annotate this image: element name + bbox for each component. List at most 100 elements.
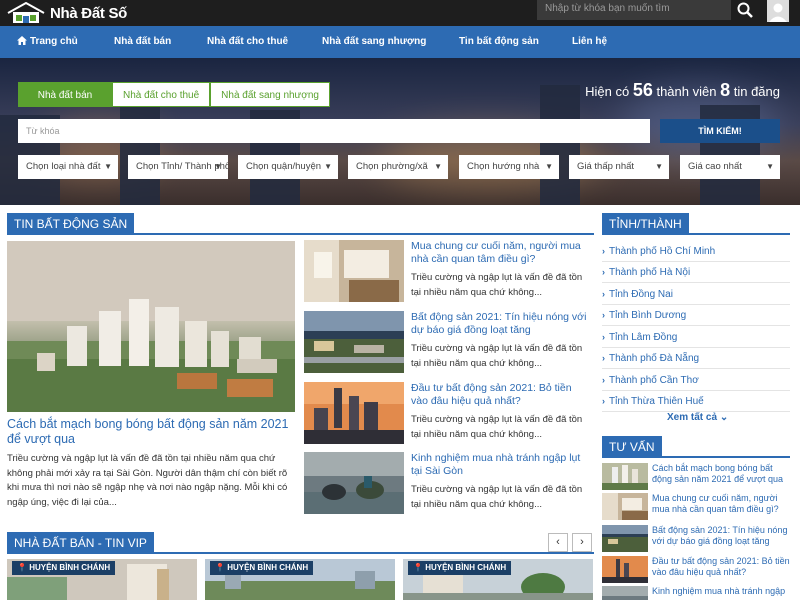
map-pin-icon: 📍 xyxy=(413,563,423,572)
select-direction[interactable]: Chọn hướng nhà ▼ xyxy=(459,155,559,179)
news-item[interactable]: Kinh nghiệm mua nhà tránh ngập lụt tại S… xyxy=(304,452,594,514)
select-label: Giá thấp nhất xyxy=(577,161,635,172)
see-all-link[interactable]: Xem tất cả ⌄ xyxy=(667,412,728,423)
select-ward[interactable]: Chọn phường/xã ▼ xyxy=(348,155,448,179)
member-count: 56 xyxy=(632,80,653,100)
header-search-input[interactable]: Nhập từ khóa bạn muốn tìm xyxy=(537,0,731,20)
advice-thumb[interactable] xyxy=(602,525,648,552)
search-tabs: Nhà đất bán Nhà đất cho thuê Nhà đất san… xyxy=(18,82,330,107)
province-item[interactable]: › Thành phố Cần Thơ xyxy=(602,370,790,391)
advice-thumb[interactable] xyxy=(602,556,648,583)
province-item[interactable]: › Tỉnh Bình Dương xyxy=(602,305,790,326)
advice-item[interactable]: Kinh nghiệm mua nhà tránh ngập xyxy=(602,586,790,600)
vip-section-header: NHÀ ĐẤT BÁN - TIN VIP xyxy=(7,532,594,554)
news-thumb[interactable] xyxy=(304,240,404,302)
news-item[interactable]: Đầu tư bất động sản 2021: Bỏ tiền vào đâ… xyxy=(304,382,594,444)
advice-title[interactable]: Mua chung cư cuối năm, người mua nhà cần… xyxy=(652,493,792,515)
news-title[interactable]: Kinh nghiệm mua nhà tránh ngập lụt tại S… xyxy=(411,452,591,477)
site-stats: Hiện có 56 thành viên 8 tin đăng xyxy=(585,80,780,101)
advice-item[interactable]: Mua chung cư cuối năm, người mua nhà cần… xyxy=(602,493,790,520)
select-max-price[interactable]: Giá cao nhất ▼ xyxy=(680,155,780,179)
location-badge: 📍 HUYỆN BÌNH CHÁNH xyxy=(210,561,314,575)
news-title[interactable]: Đầu tư bất động sản 2021: Bỏ tiền vào đâ… xyxy=(411,382,591,407)
advice-title[interactable]: Cách bắt mạch bong bóng bất động sản năm… xyxy=(652,463,792,485)
advice-item[interactable]: Bất động sản 2021: Tín hiệu nóng với dự … xyxy=(602,525,790,552)
advice-item[interactable]: Cách bắt mạch bong bóng bất động sản năm… xyxy=(602,463,790,490)
tab-rent[interactable]: Nhà đất cho thuê xyxy=(112,82,211,107)
search-button[interactable] xyxy=(731,0,759,20)
listing-count: 8 xyxy=(720,80,731,100)
find-button[interactable]: TÌM KIẾM! xyxy=(660,119,780,143)
caret-down-icon: ▼ xyxy=(545,162,553,171)
main-news-image[interactable] xyxy=(7,241,295,412)
nav-home[interactable]: Trang chủ xyxy=(17,26,78,58)
chevron-right-icon: › xyxy=(602,375,605,385)
carousel-prev-button[interactable]: ‹ xyxy=(548,533,568,552)
province-label: Tỉnh Bình Dương xyxy=(609,310,687,321)
news-desc: Triều cường và ngập lụt là vấn đề đã tồn… xyxy=(411,343,583,369)
vip-listing-card[interactable]: 📍 HUYỆN BÌNH CHÁNH xyxy=(7,559,197,600)
nav-home-label: Trang chủ xyxy=(30,36,78,47)
select-label: Chọn quận/huyện xyxy=(246,161,322,172)
select-min-price[interactable]: Giá thấp nhất ▼ xyxy=(569,155,669,179)
advice-thumb[interactable] xyxy=(602,493,648,520)
province-section-title: TỈNH/THÀNH xyxy=(602,213,689,235)
logo[interactable]: Nhà Đất Số xyxy=(6,2,127,24)
main-news-title[interactable]: Cách bắt mạch bong bóng bất động sản năm… xyxy=(7,417,297,447)
province-item[interactable]: › Thành phố Đà Nẵng xyxy=(602,348,790,369)
select-district[interactable]: Chọn quận/huyện ▼ xyxy=(238,155,338,179)
advice-title[interactable]: Bất động sản 2021: Tín hiệu nóng với dự … xyxy=(652,525,792,547)
location-badge: 📍 HUYỆN BÌNH CHÁNH xyxy=(12,561,116,575)
house-logo-icon xyxy=(7,2,45,23)
nav-sale[interactable]: Nhà đất bán xyxy=(114,26,171,58)
news-item[interactable]: Bất động sản 2021: Tín hiệu nóng với dự … xyxy=(304,311,594,373)
select-label: Chọn hướng nhà xyxy=(467,161,540,172)
caret-down-icon: ▼ xyxy=(104,162,112,171)
stat-suffix: tin đăng xyxy=(733,84,780,99)
news-item[interactable]: Mua chung cư cuối năm, người mua nhà cần… xyxy=(304,240,594,302)
select-province[interactable]: Chọn Tỉnh/ Thành phố ▼ xyxy=(128,155,228,179)
advice-item[interactable]: Đầu tư bất động sản 2021: Bỏ tiền vào đâ… xyxy=(602,556,790,583)
map-pin-icon: 📍 xyxy=(215,563,225,572)
map-pin-icon: 📍 xyxy=(17,563,27,572)
news-thumb[interactable] xyxy=(304,311,404,373)
user-avatar[interactable] xyxy=(767,0,789,22)
advice-title[interactable]: Đầu tư bất động sản 2021: Bỏ tiền vào đâ… xyxy=(652,556,792,578)
badge-label: HUYỆN BÌNH CHÁNH xyxy=(425,563,507,572)
advice-title[interactable]: Kinh nghiệm mua nhà tránh ngập xyxy=(652,586,792,597)
nav-rent[interactable]: Nhà đất cho thuê xyxy=(207,26,288,58)
news-title[interactable]: Bất động sản 2021: Tín hiệu nóng với dự … xyxy=(411,311,591,336)
province-item[interactable]: › Tỉnh Thừa Thiên Huế xyxy=(602,391,790,412)
news-section-title: TIN BẤT ĐỘNG SẢN xyxy=(7,213,135,235)
province-section-header: TỈNH/THÀNH xyxy=(602,213,790,235)
province-label: Thành phố Cần Thơ xyxy=(609,375,699,386)
chevron-right-icon: › xyxy=(602,332,605,342)
keyword-input[interactable]: Từ khóa xyxy=(18,119,650,143)
news-thumb[interactable] xyxy=(304,382,404,444)
vip-listing-card[interactable]: 📍 HUYỆN BÌNH CHÁNH xyxy=(205,559,395,600)
main-nav: Trang chủ Nhà đất bán Nhà đất cho thuê N… xyxy=(0,26,800,58)
chevron-right-icon: › xyxy=(602,353,605,363)
nav-contact[interactable]: Liên hệ xyxy=(572,26,607,58)
advice-section-header: TƯ VẤN xyxy=(602,436,790,458)
nav-transfer[interactable]: Nhà đất sang nhượng xyxy=(322,26,426,58)
province-item[interactable]: › Thành phố Hà Nội xyxy=(602,262,790,283)
vip-listing-card[interactable]: 📍 HUYỆN BÌNH CHÁNH xyxy=(403,559,593,600)
province-item[interactable]: › Thành phố Hồ Chí Minh xyxy=(602,241,790,262)
badge-label: HUYỆN BÌNH CHÁNH xyxy=(227,563,309,572)
select-property-type[interactable]: Chọn loại nhà đất ▼ xyxy=(18,155,118,179)
advice-thumb[interactable] xyxy=(602,463,648,490)
main-news-desc: Triều cường và ngập lụt là vấn đề đã tồn… xyxy=(7,453,288,508)
carousel-next-button[interactable]: › xyxy=(572,533,592,552)
province-item[interactable]: › Tỉnh Lâm Đồng xyxy=(602,327,790,348)
tab-sale[interactable]: Nhà đất bán xyxy=(18,82,112,107)
chevron-down-icon: ⌄ xyxy=(719,412,729,423)
advice-thumb[interactable] xyxy=(602,586,648,600)
province-item[interactable]: › Tỉnh Đồng Nai xyxy=(602,284,790,305)
tab-transfer[interactable]: Nhà đất sang nhượng xyxy=(210,82,330,107)
caret-down-icon: ▼ xyxy=(434,162,442,171)
news-desc: Triều cường và ngập lụt là vấn đề đã tồn… xyxy=(411,414,583,440)
news-title[interactable]: Mua chung cư cuối năm, người mua nhà cần… xyxy=(411,240,591,265)
nav-news[interactable]: Tin bất động sản xyxy=(459,26,539,58)
news-thumb[interactable] xyxy=(304,452,404,514)
